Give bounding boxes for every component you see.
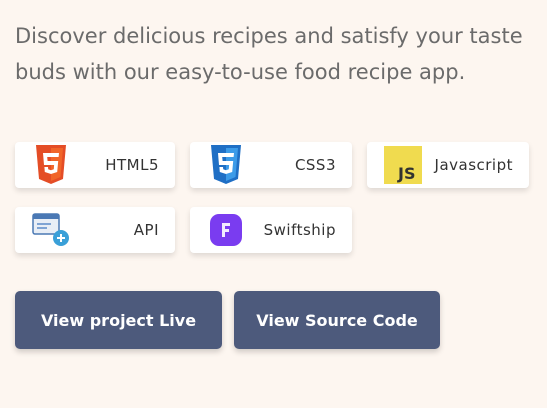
view-source-button[interactable]: View Source Code	[234, 291, 440, 349]
project-description: Discover delicious recipes and satisfy y…	[15, 24, 523, 84]
tech-chip-label: API	[133, 221, 159, 239]
view-live-button[interactable]: View project Live	[15, 291, 222, 349]
api-icon	[31, 210, 71, 250]
tech-chip-label: CSS3	[294, 156, 336, 174]
tech-chip-label: HTML5	[105, 156, 159, 174]
tech-chip-label: Swiftship	[263, 221, 336, 239]
tech-chip-javascript: JS Javascript	[367, 142, 529, 188]
tech-chip-css3: CSS3	[190, 142, 352, 188]
tech-chip-label: Javascript	[434, 156, 513, 174]
swiftship-icon	[206, 210, 246, 250]
tech-chip-swiftship: Swiftship	[190, 207, 352, 253]
css3-icon	[206, 145, 246, 185]
svg-text:JS: JS	[397, 164, 415, 183]
tech-chip-html5: HTML5	[15, 142, 175, 188]
tech-chip-api: API	[15, 207, 175, 253]
project-card: Discover delicious recipes and satisfy y…	[0, 0, 547, 408]
html5-icon	[31, 145, 71, 185]
javascript-icon: JS	[383, 145, 423, 185]
